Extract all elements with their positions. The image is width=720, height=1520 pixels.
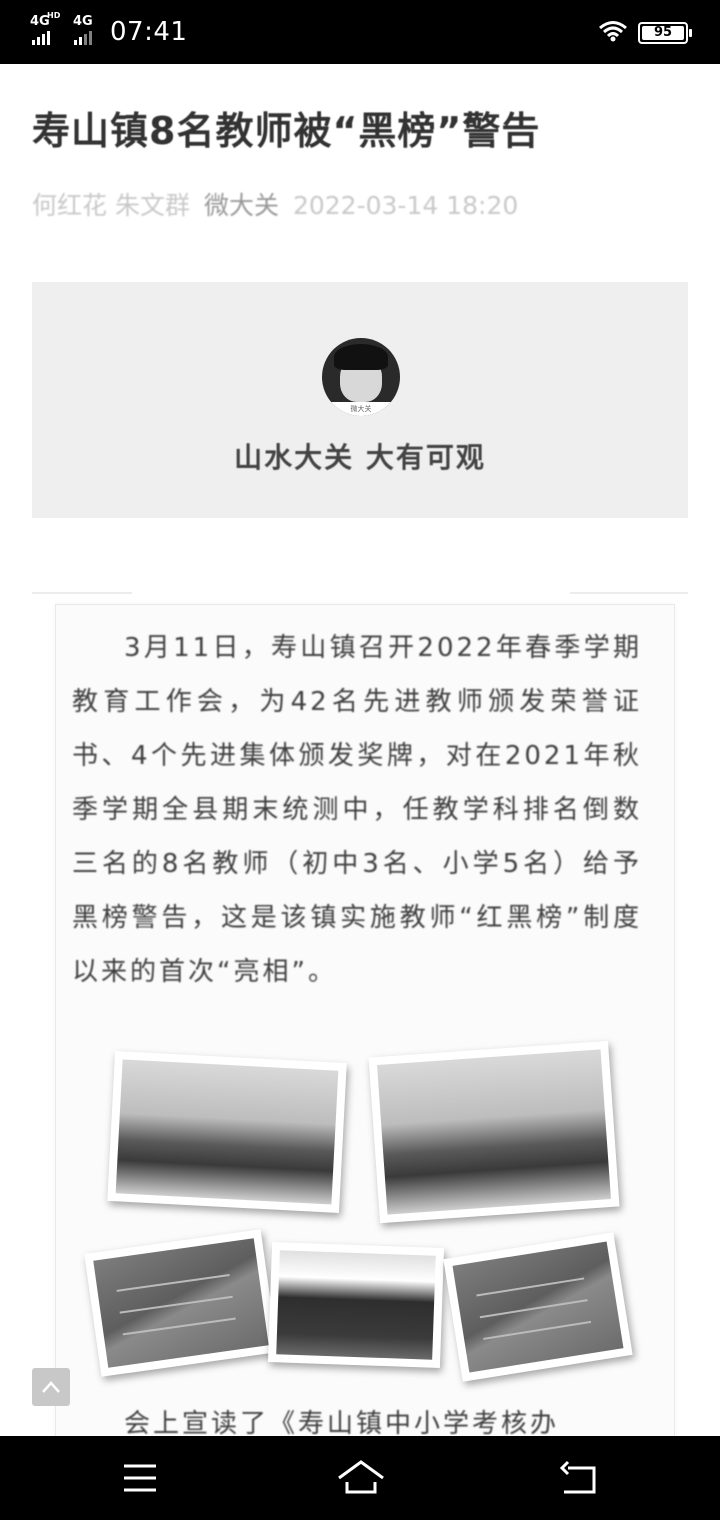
avatar[interactable]: 微大关 [322,338,400,416]
article-meta: 何红花 朱文群 微大关 2022-03-14 18:20 [32,186,518,222]
article-source[interactable]: 微大关 [204,191,279,220]
photo-certificate-left [84,1229,278,1377]
photo-meeting-hall [267,1242,445,1368]
menu-icon[interactable] [118,1456,162,1500]
signal-indicators: 4G HD 4G [30,11,100,46]
back-icon[interactable] [558,1456,602,1500]
chevron-up-icon [42,1381,60,1393]
status-bar: 4G HD 4G 07:41 95 [0,0,720,64]
wifi-icon [599,21,627,42]
signal-bars-icon [32,31,50,45]
home-icon[interactable] [336,1456,386,1500]
photo-meeting-hall-image [276,1250,436,1360]
photo-award-group-image [115,1059,339,1205]
back-to-top-button[interactable] [32,1368,70,1406]
article-title: 寿山镇8名教师被“黑榜”警告 [32,109,541,153]
article-datetime: 2022-03-14 18:20 [292,191,519,220]
photo-certificate-right-image [452,1241,624,1373]
photo-certificate-right [443,1232,633,1382]
account-profile-card[interactable]: 微大关 山水大关 大有可观 [32,282,688,518]
battery-level: 95 [642,26,684,40]
avatar-hair [334,344,388,370]
news-paragraph: 3月11日，寿山镇召开2022年春季学期教育工作会，为42名先进教师颁发荣誉证书… [72,633,642,987]
signal-bars-icon-2 [74,31,92,45]
account-slogan: 山水大关 大有可观 [234,441,486,474]
photo-certificate-left-image [93,1238,269,1368]
photo-award-presentation [368,1040,620,1224]
avatar-caption: 微大关 [322,402,400,416]
network-label-1-sup: HD [47,11,61,20]
battery-icon: 95 [638,22,692,44]
system-navigation-bar [0,1436,720,1520]
network-label-2: 4G [73,14,93,29]
photo-award-presentation-image [377,1049,611,1215]
article-authors: 何红花 朱文群 [32,191,190,220]
photo-award-group [107,1051,347,1213]
news-image: 3月11日，寿山镇召开2022年春季学期教育工作会，为42名先进教师颁发荣誉证书… [55,604,675,1444]
clock: 07:41 [110,17,188,47]
divider-left [32,592,132,594]
divider-right [570,592,688,594]
